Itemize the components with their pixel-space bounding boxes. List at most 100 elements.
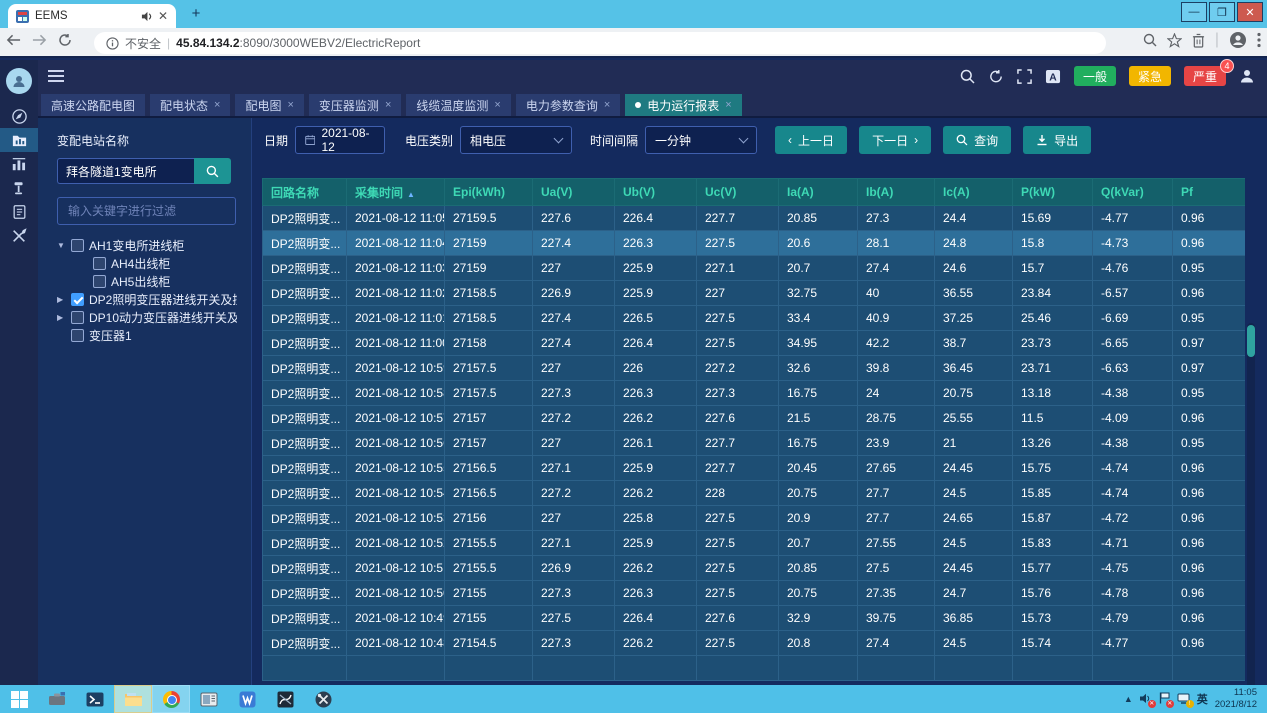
column-header[interactable]: Ub(V) bbox=[615, 179, 697, 206]
nav-tab[interactable]: 线缆温度监测× bbox=[406, 94, 510, 116]
tree-node[interactable]: ▶DP10动力变压器进线开关及控制室 bbox=[57, 308, 237, 326]
scrollbar-thumb[interactable] bbox=[1247, 325, 1255, 357]
column-header[interactable]: Ua(V) bbox=[533, 179, 615, 206]
nav-tab[interactable]: 高速公路配电图 bbox=[41, 94, 145, 116]
column-header[interactable]: Ia(A) bbox=[779, 179, 858, 206]
sort-caret-icon[interactable]: ▲ bbox=[407, 190, 415, 199]
search-icon[interactable] bbox=[960, 69, 975, 84]
table-row[interactable]: DP2照明变...2021-08-12 10:5927157.522722622… bbox=[263, 356, 1246, 381]
prev-day-button[interactable]: ‹上一日 bbox=[775, 126, 847, 154]
hmi-app-icon[interactable] bbox=[190, 685, 228, 713]
nav-tab[interactable]: 配电图× bbox=[235, 94, 303, 116]
interval-select[interactable]: 一分钟 bbox=[645, 126, 757, 154]
column-header[interactable]: Q(kVar) bbox=[1093, 179, 1173, 206]
user-icon[interactable] bbox=[1239, 68, 1255, 84]
back-icon[interactable] bbox=[0, 33, 26, 51]
tree-checkbox[interactable] bbox=[71, 311, 84, 324]
table-row[interactable]: DP2照明变...2021-08-12 11:0327159227225.922… bbox=[263, 256, 1246, 281]
table-row[interactable]: DP2照明变...2021-08-12 10:5427156.5227.2226… bbox=[263, 481, 1246, 506]
alarm-general-button[interactable]: 一般 bbox=[1074, 66, 1116, 86]
nav-tab[interactable]: 电力参数查询× bbox=[516, 94, 620, 116]
powershell-icon[interactable] bbox=[76, 685, 114, 713]
tree-node[interactable]: 变压器1 bbox=[57, 326, 237, 344]
export-button[interactable]: 导出 bbox=[1023, 126, 1091, 154]
rail-chart-icon[interactable] bbox=[0, 152, 38, 176]
volume-muted-icon[interactable]: ✕ bbox=[1140, 693, 1152, 706]
forward-icon[interactable] bbox=[26, 33, 52, 51]
table-row[interactable]: DP2照明变...2021-08-12 11:0027158227.4226.4… bbox=[263, 331, 1246, 356]
tree-node[interactable]: ▼AH1变电所进线柜 bbox=[57, 236, 237, 254]
tree-expand-icon[interactable]: ▶ bbox=[57, 313, 66, 322]
tree-node[interactable]: AH5出线柜 bbox=[57, 272, 237, 290]
nav-tab[interactable]: 电力运行报表× bbox=[625, 94, 741, 116]
column-header[interactable]: Ib(A) bbox=[858, 179, 935, 206]
url-field[interactable]: 不安全 | 45.84.134.2:8090/3000WEBV2/Electri… bbox=[94, 32, 1106, 54]
nav-tab[interactable]: 配电状态× bbox=[150, 94, 230, 116]
tab-audio-icon[interactable] bbox=[141, 11, 152, 22]
tree-expand-icon[interactable]: ▶ bbox=[57, 295, 66, 304]
column-header[interactable]: Epi(kWh) bbox=[445, 179, 533, 206]
user-avatar[interactable] bbox=[6, 68, 32, 94]
station-search-input[interactable] bbox=[57, 158, 194, 184]
window-maximize-button[interactable]: ❐ bbox=[1209, 2, 1235, 22]
tree-checkbox[interactable] bbox=[93, 275, 106, 288]
table-row[interactable]: DP2照明变...2021-08-12 10:4827154.5227.3226… bbox=[263, 631, 1246, 656]
tab-close-icon[interactable]: × bbox=[214, 99, 220, 111]
nav-tab[interactable]: 变压器监测× bbox=[309, 94, 401, 116]
table-row[interactable]: DP2照明变...2021-08-12 10:5127155.5226.9226… bbox=[263, 556, 1246, 581]
refresh-icon[interactable] bbox=[988, 69, 1004, 84]
table-row[interactable]: DP2照明变...2021-08-12 11:0127158.5227.4226… bbox=[263, 306, 1246, 331]
zoom-icon[interactable] bbox=[1143, 33, 1157, 47]
table-row[interactable]: DP2照明变...2021-08-12 10:5527156.5227.1225… bbox=[263, 456, 1246, 481]
column-header[interactable]: Pf bbox=[1173, 179, 1246, 206]
tree-filter-input[interactable] bbox=[57, 197, 236, 225]
chrome-icon[interactable] bbox=[152, 685, 190, 713]
wps-icon[interactable] bbox=[228, 685, 266, 713]
profile-avatar-icon[interactable] bbox=[1229, 31, 1247, 49]
tree-checkbox[interactable] bbox=[71, 239, 84, 252]
tab-close-icon[interactable]: × bbox=[287, 99, 293, 111]
table-row[interactable]: DP2照明变...2021-08-12 11:0527159.5227.6226… bbox=[263, 206, 1246, 231]
table-row[interactable]: DP2照明变...2021-08-12 11:0427159227.4226.3… bbox=[263, 231, 1246, 256]
station-search-button[interactable] bbox=[194, 158, 231, 184]
tree-checkbox[interactable] bbox=[71, 329, 84, 342]
column-header[interactable]: 回路名称 bbox=[263, 179, 347, 206]
rail-alarm-icon[interactable] bbox=[0, 176, 38, 200]
table-row[interactable]: DP2照明变...2021-08-12 10:5227155.5227.1225… bbox=[263, 531, 1246, 556]
rail-document-icon[interactable] bbox=[0, 200, 38, 224]
tree-checkbox[interactable] bbox=[93, 257, 106, 270]
tab-close-icon[interactable]: × bbox=[494, 99, 500, 111]
table-scrollbar[interactable] bbox=[1247, 323, 1255, 713]
column-header[interactable]: Ic(A) bbox=[935, 179, 1013, 206]
bookmark-star-icon[interactable] bbox=[1167, 33, 1182, 48]
tree-node[interactable]: ▶DP2照明变压器进线开关及控制室 bbox=[57, 290, 237, 308]
ime-indicator[interactable]: 英 bbox=[1197, 691, 1208, 707]
tree-node[interactable]: AH4出线柜 bbox=[57, 254, 237, 272]
info-icon[interactable] bbox=[106, 37, 119, 50]
column-header[interactable]: 采集时间▲ bbox=[347, 179, 445, 206]
tree-checkbox[interactable] bbox=[71, 293, 84, 306]
table-row[interactable]: DP2照明变...2021-08-12 10:5827157.5227.3226… bbox=[263, 381, 1246, 406]
config-tool-icon[interactable] bbox=[304, 685, 342, 713]
date-picker[interactable]: 2021-08-12 bbox=[295, 126, 385, 154]
action-center-flag-icon[interactable]: ✕ bbox=[1159, 692, 1170, 706]
query-button[interactable]: 查询 bbox=[943, 126, 1011, 154]
window-close-button[interactable]: ✕ bbox=[1237, 2, 1263, 22]
table-row[interactable]: DP2照明变...2021-08-12 10:5327156227225.822… bbox=[263, 506, 1246, 531]
table-row[interactable]: DP2照明变...2021-08-12 10:5027155227.3226.3… bbox=[263, 581, 1246, 606]
tab-close-icon[interactable]: ✕ bbox=[158, 10, 168, 22]
menu-hamburger-icon[interactable] bbox=[48, 67, 64, 85]
new-tab-button[interactable]: + bbox=[186, 5, 206, 23]
table-row[interactable]: DP2照明变...2021-08-12 10:5727157227.2226.2… bbox=[263, 406, 1246, 431]
tab-close-icon[interactable]: × bbox=[604, 99, 610, 111]
menu-kebab-icon[interactable] bbox=[1257, 32, 1261, 48]
next-day-button[interactable]: 下一日› bbox=[859, 126, 931, 154]
table-row[interactable]: DP2照明变...2021-08-12 10:4927155227.5226.4… bbox=[263, 606, 1246, 631]
design-tool-icon[interactable] bbox=[266, 685, 304, 713]
refresh-icon[interactable] bbox=[52, 33, 78, 52]
column-header[interactable]: Uc(V) bbox=[697, 179, 779, 206]
window-minimize-button[interactable]: — bbox=[1181, 2, 1207, 22]
browser-tab[interactable]: EEMS ✕ bbox=[8, 4, 176, 28]
font-size-icon[interactable]: A bbox=[1045, 69, 1061, 84]
rail-report-icon[interactable] bbox=[0, 128, 38, 152]
